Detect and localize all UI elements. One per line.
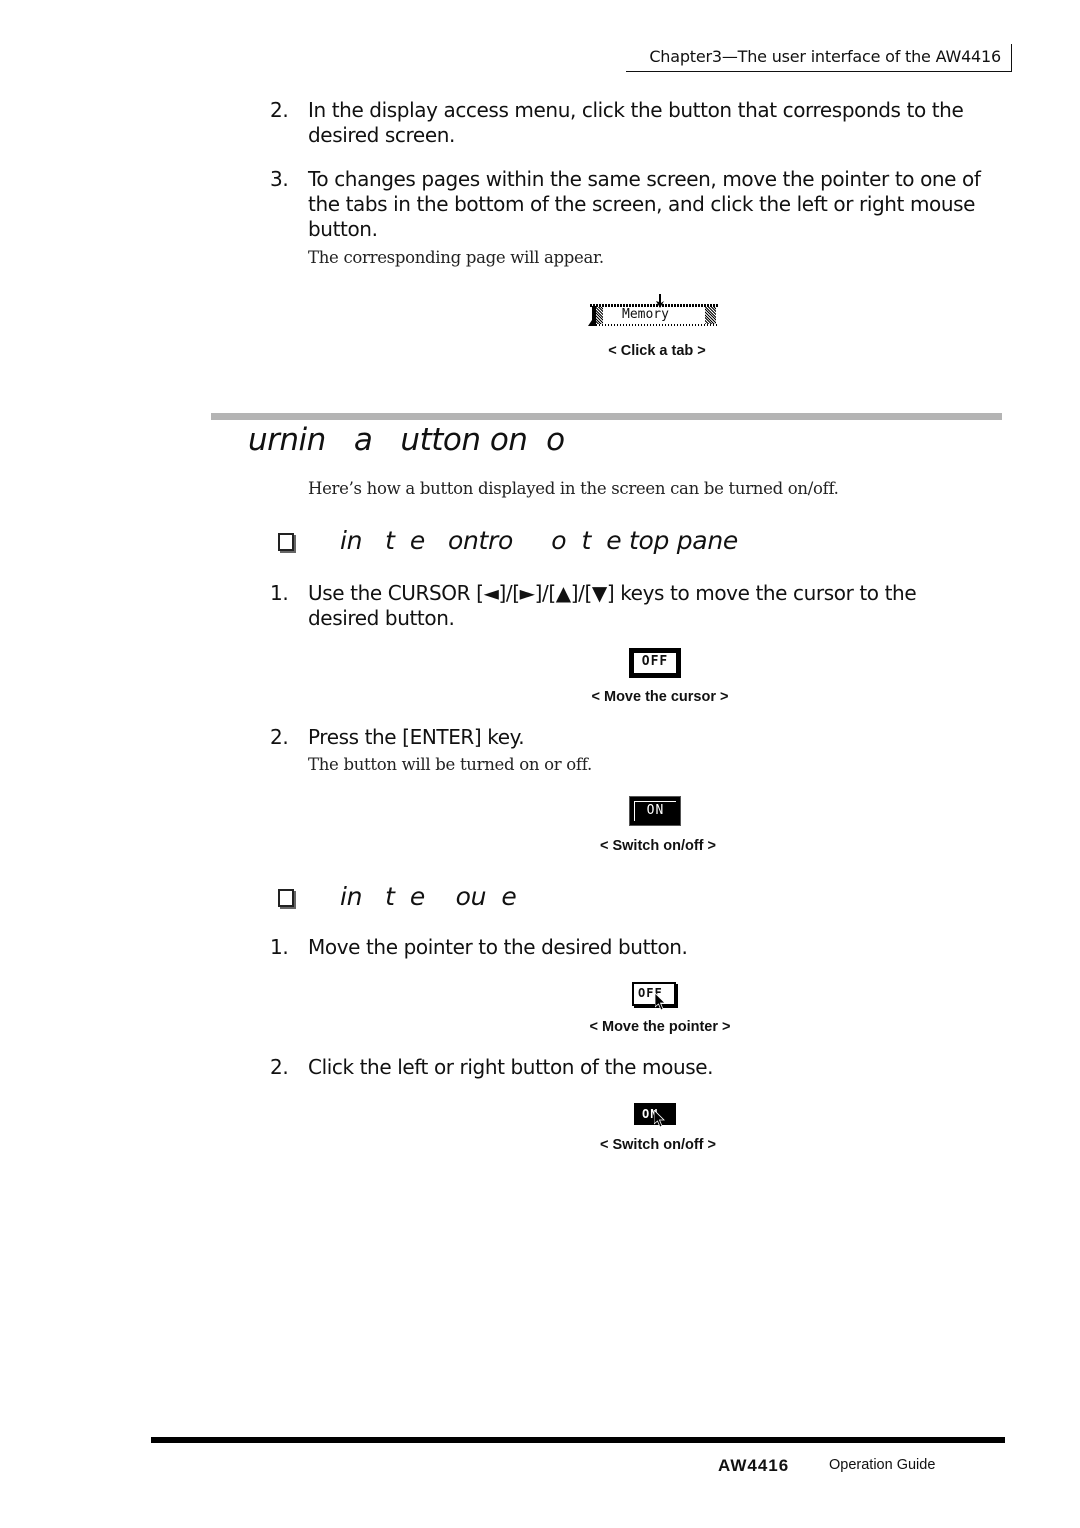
move-cursor-caption: < Move the cursor > (591, 689, 729, 705)
checkbox-bullet-icon (278, 533, 294, 551)
footer-guide-label: Operation Guide (829, 1457, 936, 1473)
subsection-title-panel: in t e ontro o t e top pane (340, 526, 738, 555)
step-line: In the display access menu, click the bu… (308, 98, 964, 122)
tab-caption: < Click a tab > (608, 343, 706, 359)
tab-bottom-border (590, 324, 718, 326)
step-line: Press the [ENTER] key. (308, 725, 525, 749)
section-rule (211, 413, 1002, 420)
mouse-step-1: 1. Move the pointer to the desired butto… (270, 935, 1010, 960)
mouse-pointer-icon (654, 1110, 665, 1128)
step-number: 1. (270, 581, 289, 605)
tab-right-hatch-icon (705, 307, 716, 324)
on-button-label: ON (634, 801, 676, 821)
step-number: 2. (270, 1055, 289, 1079)
intro-step-2: 2. In the display access menu, click the… (270, 98, 1010, 148)
step-line: the tabs in the bottom of the screen, an… (308, 192, 976, 216)
off-button-cursor[interactable]: OFF (629, 648, 681, 678)
step-number: 2. (270, 725, 289, 749)
step-line: desired screen. (308, 123, 455, 147)
tab-label: Memory (622, 307, 669, 322)
mouse-pointer-icon (655, 993, 666, 1011)
section-title: urnin a utton on o (248, 422, 565, 458)
step-number: 2. (270, 98, 289, 122)
footer-rule (151, 1437, 1005, 1443)
running-header-text: Chapter3—The user interface of the AW441… (649, 47, 1001, 66)
step-line: Move the pointer to the desired button. (308, 935, 688, 959)
mouse-step-2: 2. Click the left or right button of the… (270, 1055, 1010, 1080)
step-number: 1. (270, 935, 289, 959)
intro-step-3: 3. To changes pages within the same scre… (270, 167, 1010, 242)
panel-step-2: 2. Press the [ENTER] key. (270, 725, 1010, 750)
off-button-pointer[interactable]: OFF (632, 982, 676, 1006)
section-description: Here’s how a button displayed in the scr… (308, 479, 839, 498)
panel-step-1: 1. Use the CURSOR [◄]/[►]/[▲]/[▼] keys t… (270, 581, 1010, 631)
intro-note: The corresponding page will appear. (308, 248, 604, 267)
step-line: button. (308, 217, 378, 241)
pointer-arrow-icon (656, 294, 664, 308)
subsection-title-mouse: in t e ou e (340, 882, 517, 911)
on-button[interactable]: ON (629, 796, 681, 826)
running-header: Chapter3—The user interface of the AW441… (626, 44, 1012, 72)
step-number: 3. (270, 167, 289, 191)
step-line: desired button. (308, 606, 455, 630)
switch-caption-mouse: < Switch on/off > (599, 1137, 716, 1153)
off-button-label: OFF (638, 986, 663, 1000)
step-line: Use the CURSOR [◄]/[►]/[▲]/[▼] keys to m… (308, 581, 917, 605)
checkbox-bullet-icon (278, 889, 294, 907)
step-line: To changes pages within the same screen,… (308, 167, 981, 191)
aw4416-logo: AW4416 (718, 1456, 790, 1475)
step-line: Click the left or right button of the mo… (308, 1055, 714, 1079)
tab-left-corner-icon (588, 306, 596, 326)
switch-caption-panel: < Switch on/off > (599, 838, 716, 854)
memory-tab-screenshot[interactable]: Memory (586, 294, 722, 330)
off-button-label: OFF (633, 652, 677, 674)
panel-note: The button will be turned on or off. (308, 755, 592, 774)
move-pointer-caption: < Move the pointer > (589, 1019, 731, 1035)
